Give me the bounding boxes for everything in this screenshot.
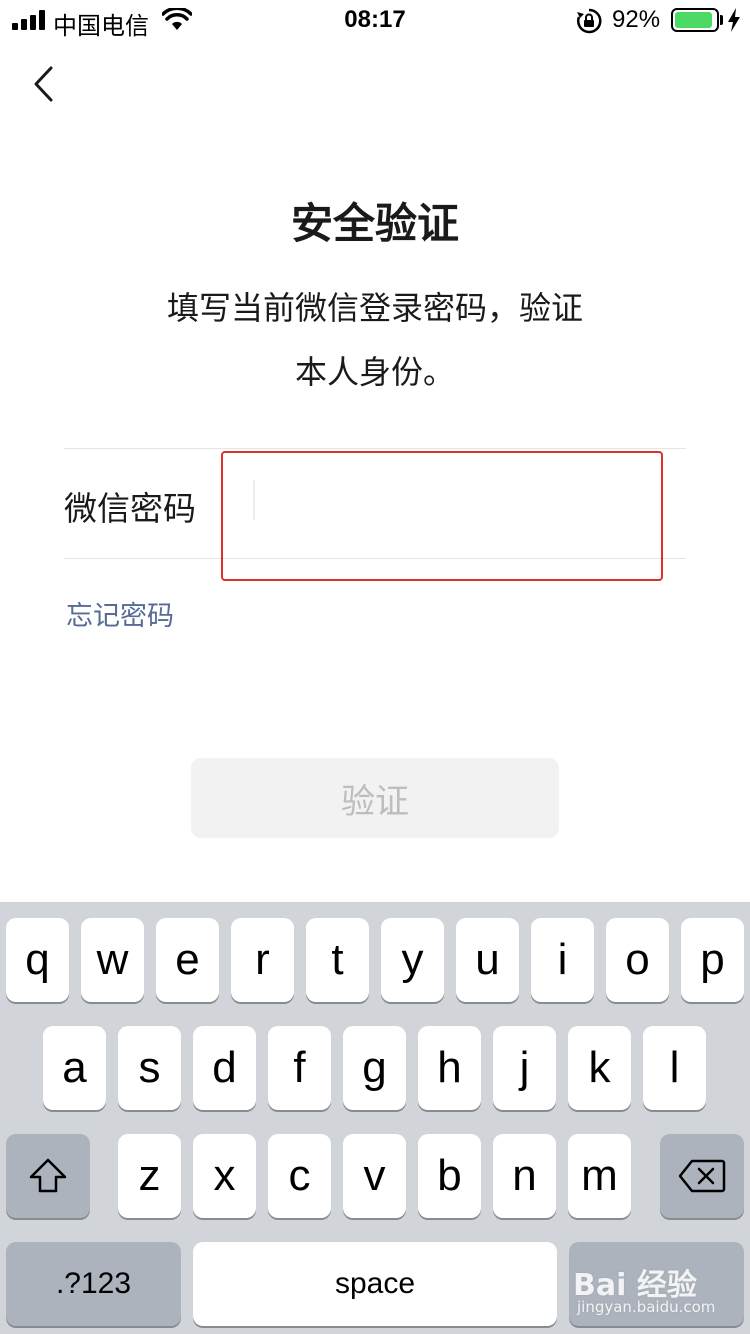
key-v[interactable]: v: [343, 1134, 406, 1218]
key-j[interactable]: j: [493, 1026, 556, 1110]
key-s[interactable]: s: [118, 1026, 181, 1110]
field-bottom-divider: [64, 558, 686, 559]
watermark: Bai 经验 jingyan.baidu.com: [573, 1252, 723, 1322]
battery-icon: [671, 8, 719, 32]
key-l[interactable]: l: [643, 1026, 706, 1110]
key-b[interactable]: b: [418, 1134, 481, 1218]
key-r[interactable]: r: [231, 918, 294, 1002]
key-d[interactable]: d: [193, 1026, 256, 1110]
status-bar: 中国电信 08:17 92%: [0, 0, 750, 40]
password-field-label: 微信密码: [64, 489, 196, 528]
key-o[interactable]: o: [606, 918, 669, 1002]
key-h[interactable]: h: [418, 1026, 481, 1110]
chevron-left-icon[interactable]: [28, 64, 60, 104]
key-w[interactable]: w: [81, 918, 144, 1002]
shift-icon: [29, 1158, 67, 1193]
delete-key[interactable]: [660, 1134, 744, 1218]
password-input[interactable]: [248, 462, 648, 542]
description-line-1: 填写当前微信登录密码，验证: [166, 289, 583, 327]
charging-bolt-icon: [728, 8, 740, 32]
key-p[interactable]: p: [681, 918, 744, 1002]
key-t[interactable]: t: [306, 918, 369, 1002]
text-caret: [253, 480, 255, 520]
description-line-2: 本人身份。: [294, 353, 455, 391]
key-c[interactable]: c: [268, 1134, 331, 1218]
key-m[interactable]: m: [568, 1134, 631, 1218]
battery-cap: [720, 15, 723, 25]
key-u[interactable]: u: [456, 918, 519, 1002]
verify-button[interactable]: 验证: [191, 758, 559, 838]
backspace-icon: [678, 1159, 726, 1193]
key-a[interactable]: a: [43, 1026, 106, 1110]
shift-key[interactable]: [6, 1134, 90, 1218]
battery-percentage: 92%: [612, 6, 661, 33]
key-k[interactable]: k: [568, 1026, 631, 1110]
key-z[interactable]: z: [118, 1134, 181, 1218]
key-f[interactable]: f: [268, 1026, 331, 1110]
watermark-url: jingyan.baidu.com: [577, 1298, 716, 1316]
key-q[interactable]: q: [6, 918, 69, 1002]
key-n[interactable]: n: [493, 1134, 556, 1218]
key-y[interactable]: y: [381, 918, 444, 1002]
rotation-lock-icon: [577, 8, 602, 34]
page-description: 填写当前微信登录密码，验证 本人身份。: [140, 276, 610, 404]
key-x[interactable]: x: [193, 1134, 256, 1218]
forgot-password-link[interactable]: 忘记密码: [66, 594, 174, 633]
numbers-key[interactable]: .?123: [6, 1242, 181, 1326]
page-title: 安全验证: [290, 199, 459, 248]
space-key[interactable]: space: [193, 1242, 557, 1326]
field-top-divider: [64, 448, 686, 449]
key-e[interactable]: e: [156, 918, 219, 1002]
key-g[interactable]: g: [343, 1026, 406, 1110]
key-i[interactable]: i: [531, 918, 594, 1002]
